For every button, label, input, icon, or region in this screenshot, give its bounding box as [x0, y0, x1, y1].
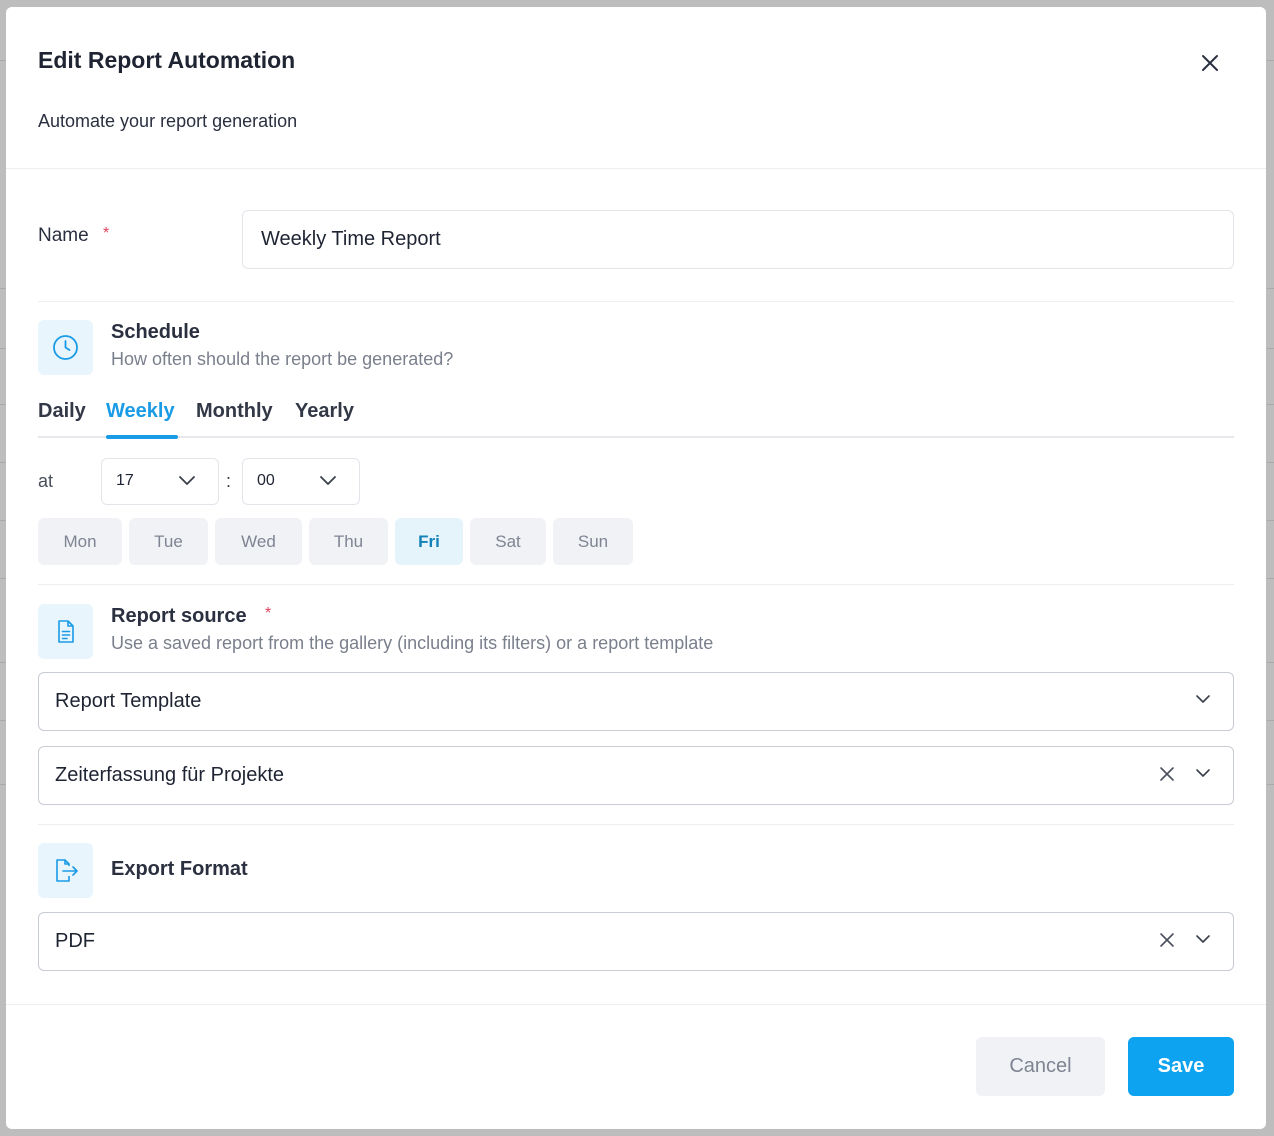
active-tab-indicator: [106, 435, 178, 439]
export-format-title: Export Format: [111, 858, 248, 880]
schedule-description: How often should the report be generated…: [111, 349, 454, 369]
required-indicator: *: [265, 605, 272, 622]
schedule-title: Schedule: [111, 321, 200, 343]
export-format-select[interactable]: PDF: [38, 912, 1234, 971]
day-sat[interactable]: Sat: [470, 518, 546, 565]
clear-icon[interactable]: [1159, 932, 1175, 948]
chevron-down-icon: [179, 476, 195, 485]
schedule-icon-box: [38, 320, 93, 375]
dialog-header: Edit Report Automation Automate your rep…: [6, 7, 1266, 169]
export-format-value: PDF: [55, 930, 95, 952]
at-label: at: [38, 471, 54, 491]
export-format-icon-box: [38, 843, 93, 898]
source-type-value: Report Template: [55, 690, 202, 712]
footer-divider: [6, 1004, 1266, 1005]
name-label: Name: [38, 225, 89, 246]
day-mon[interactable]: Mon: [38, 518, 122, 565]
chevron-down-icon: [1196, 935, 1210, 943]
source-type-select[interactable]: Report Template: [38, 672, 1234, 731]
clear-icon[interactable]: [1159, 766, 1175, 782]
save-button[interactable]: Save: [1128, 1037, 1234, 1096]
close-icon: [1202, 55, 1218, 71]
hour-select[interactable]: 17: [101, 458, 219, 505]
tab-weekly[interactable]: Weekly: [106, 400, 175, 423]
hour-value: 17: [116, 472, 134, 489]
required-indicator: *: [103, 225, 110, 242]
divider: [38, 301, 1234, 302]
close-button[interactable]: [1196, 49, 1224, 77]
divider: [38, 824, 1234, 825]
day-sun[interactable]: Sun: [553, 518, 633, 565]
tabs-baseline: [38, 436, 1234, 438]
day-tue[interactable]: Tue: [129, 518, 208, 565]
name-input[interactable]: Weekly Time Report: [242, 210, 1234, 269]
minute-select[interactable]: 00: [242, 458, 360, 505]
day-thu[interactable]: Thu: [309, 518, 388, 565]
minute-value: 00: [257, 472, 275, 489]
file-export-icon: [56, 859, 78, 882]
clock-icon: [53, 335, 78, 360]
report-source-title: Report source: [111, 605, 247, 627]
document-icon: [58, 620, 74, 643]
edit-automation-dialog: Edit Report Automation Automate your rep…: [6, 7, 1266, 1129]
tab-monthly[interactable]: Monthly: [196, 400, 273, 423]
day-fri[interactable]: Fri: [395, 518, 463, 565]
report-source-icon-box: [38, 604, 93, 659]
dialog-subtitle: Automate your report generation: [38, 111, 298, 131]
chevron-down-icon: [320, 476, 336, 485]
report-source-description: Use a saved report from the gallery (inc…: [111, 633, 714, 653]
tab-daily[interactable]: Daily: [38, 400, 86, 423]
day-wed[interactable]: Wed: [215, 518, 302, 565]
divider: [38, 584, 1234, 585]
name-input-value: Weekly Time Report: [261, 228, 441, 250]
report-template-select[interactable]: Zeiterfassung für Projekte: [38, 746, 1234, 805]
dialog-title: Edit Report Automation: [38, 47, 296, 73]
chevron-down-icon: [1196, 769, 1210, 777]
time-separator: :: [226, 471, 232, 491]
report-template-value: Zeiterfassung für Projekte: [55, 764, 284, 786]
tab-yearly[interactable]: Yearly: [295, 400, 354, 423]
cancel-button[interactable]: Cancel: [976, 1037, 1105, 1096]
chevron-down-icon: [1196, 695, 1210, 703]
